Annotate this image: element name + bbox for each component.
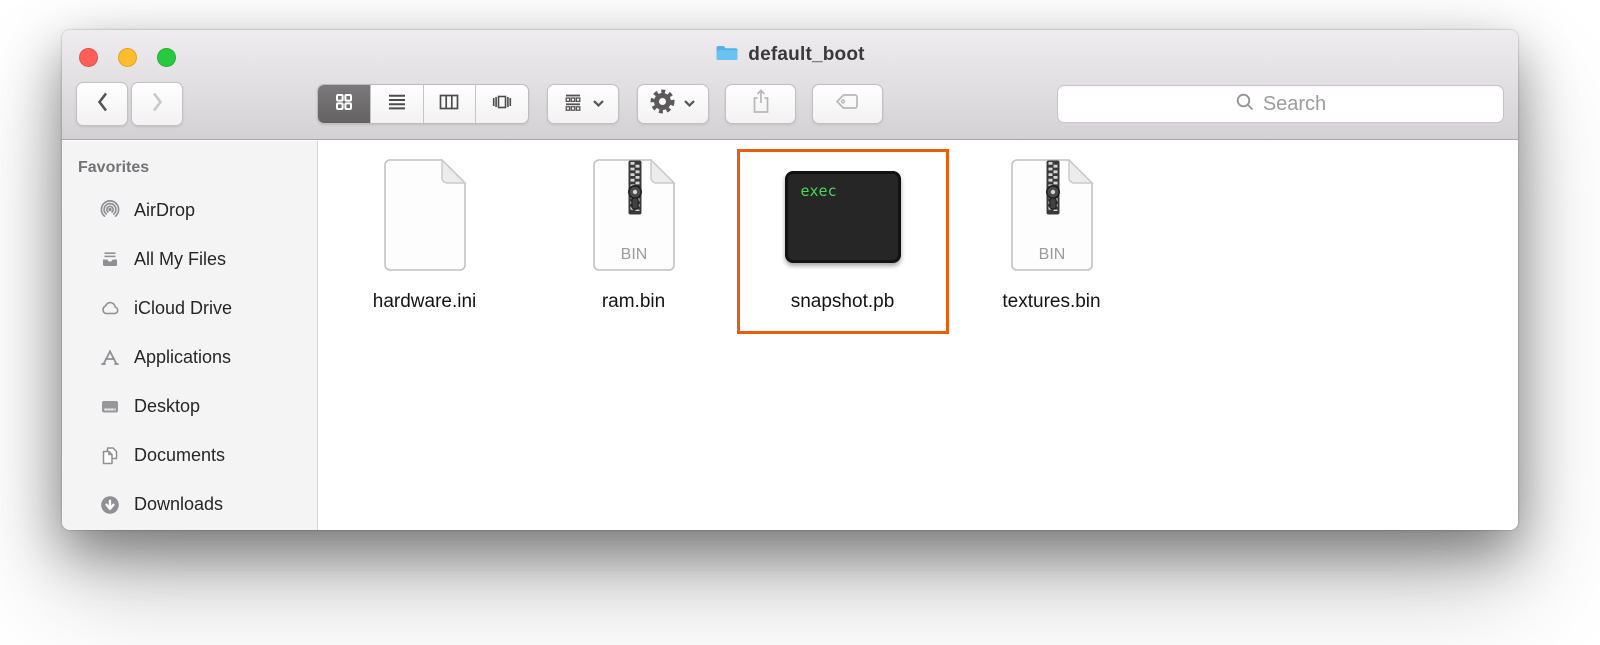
sidebar-item-label: All My Files bbox=[134, 249, 226, 270]
executable-file-icon: exec bbox=[785, 171, 901, 263]
gear-icon bbox=[650, 89, 675, 119]
file-name: snapshot.pb bbox=[791, 291, 895, 313]
file-item-hardware-ini[interactable]: hardware.ini bbox=[320, 161, 529, 313]
arrange-button[interactable] bbox=[547, 84, 619, 124]
screenshot: default_boot bbox=[0, 0, 1600, 645]
coverflow-view-button[interactable] bbox=[475, 85, 528, 123]
chevron-left-icon bbox=[95, 90, 110, 119]
grid-view-icon bbox=[333, 91, 355, 118]
file-item-textures-bin[interactable]: BIN textures.bin bbox=[947, 161, 1156, 313]
chevron-down-icon bbox=[592, 95, 605, 113]
tag-button[interactable] bbox=[812, 84, 883, 124]
file-name: hardware.ini bbox=[373, 291, 477, 313]
share-button[interactable] bbox=[725, 84, 796, 124]
archive-badge: BIN bbox=[620, 246, 647, 263]
forward-button[interactable] bbox=[131, 82, 183, 126]
files-row: hardware.ini bbox=[318, 141, 1518, 313]
icloud-icon bbox=[99, 298, 121, 320]
sidebar-item-airdrop[interactable]: AirDrop bbox=[62, 186, 317, 235]
sidebar-item-all-my-files[interactable]: All My Files bbox=[62, 235, 317, 284]
all-my-files-icon bbox=[99, 249, 121, 271]
file-name: ram.bin bbox=[602, 291, 665, 313]
sidebar-item-icloud-drive[interactable]: iCloud Drive bbox=[62, 284, 317, 333]
list-view-button[interactable] bbox=[370, 85, 423, 123]
list-view-icon bbox=[386, 91, 408, 118]
titlebar: default_boot bbox=[62, 30, 1518, 80]
archive-bin-file-icon: BIN bbox=[589, 159, 679, 276]
sidebar-item-label: Downloads bbox=[134, 494, 223, 515]
archive-bin-file-icon: BIN bbox=[1007, 159, 1097, 276]
documents-icon bbox=[99, 445, 121, 467]
file-item-ram-bin[interactable]: BIN ram.bin bbox=[529, 161, 738, 313]
sidebar-item-label: Desktop bbox=[134, 396, 200, 417]
chevron-right-icon bbox=[150, 90, 165, 119]
chevron-down-icon bbox=[683, 95, 696, 113]
sidebar-item-label: Documents bbox=[134, 445, 225, 466]
file-item-snapshot-pb[interactable]: exec snapshot.pb bbox=[738, 161, 947, 313]
archive-badge: BIN bbox=[1038, 246, 1065, 263]
search-placeholder: Search bbox=[1263, 93, 1326, 116]
icon-view-button[interactable] bbox=[318, 85, 370, 123]
file-name: textures.bin bbox=[1002, 291, 1100, 313]
share-icon bbox=[749, 88, 773, 120]
sidebar: Favorites AirDrop bbox=[62, 141, 318, 530]
arrange-icon bbox=[562, 91, 584, 118]
tag-icon bbox=[834, 91, 861, 117]
sidebar-item-label: Applications bbox=[134, 347, 231, 368]
sidebar-item-downloads[interactable]: Downloads bbox=[62, 480, 317, 529]
window-header: default_boot bbox=[62, 30, 1518, 140]
sidebar-item-desktop[interactable]: Desktop bbox=[62, 382, 317, 431]
sidebar-item-label: iCloud Drive bbox=[134, 298, 232, 319]
window-body: Favorites AirDrop bbox=[62, 141, 1518, 530]
finder-window: default_boot bbox=[62, 30, 1518, 530]
view-mode-segmented-control bbox=[317, 84, 529, 124]
window-title: default_boot bbox=[748, 44, 864, 66]
column-view-button[interactable] bbox=[423, 85, 476, 123]
sidebar-item-label: AirDrop bbox=[134, 200, 195, 221]
downloads-icon bbox=[99, 494, 121, 516]
desktop-icon bbox=[99, 396, 121, 418]
folder-icon bbox=[715, 44, 739, 67]
back-button[interactable] bbox=[76, 82, 128, 126]
document-file-icon bbox=[380, 159, 470, 276]
airdrop-icon bbox=[99, 200, 121, 222]
sidebar-item-documents[interactable]: Documents bbox=[62, 431, 317, 480]
sidebar-section-title: Favorites bbox=[62, 159, 317, 177]
sidebar-item-applications[interactable]: Applications bbox=[62, 333, 317, 382]
toolbar: Search bbox=[62, 80, 1518, 140]
coverflow-view-icon bbox=[491, 91, 513, 118]
column-view-icon bbox=[438, 91, 460, 118]
applications-icon bbox=[99, 347, 121, 369]
action-button[interactable] bbox=[637, 84, 709, 124]
search-icon bbox=[1235, 92, 1255, 117]
search-input[interactable]: Search bbox=[1057, 85, 1504, 123]
file-browser-content: hardware.ini bbox=[318, 141, 1518, 530]
exec-icon-text: exec bbox=[801, 182, 837, 200]
